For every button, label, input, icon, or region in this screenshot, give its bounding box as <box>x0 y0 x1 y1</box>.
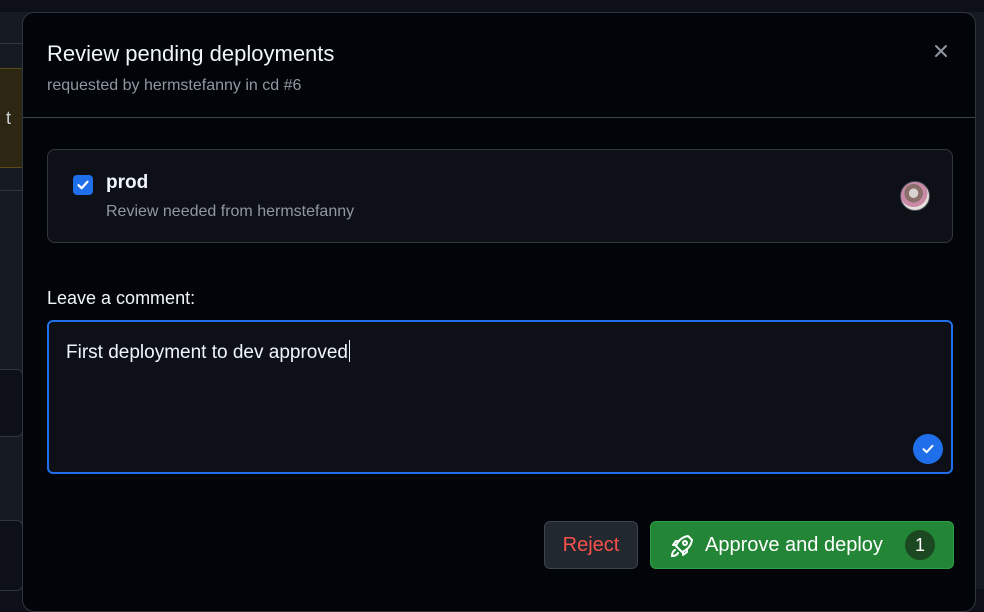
background-card <box>0 520 23 591</box>
comment-text: First deployment to dev approved <box>66 342 348 363</box>
environment-name: prod <box>106 172 149 193</box>
review-deployments-dialog: Review pending deployments requested by … <box>22 12 976 612</box>
dialog-header: Review pending deployments requested by … <box>23 13 975 118</box>
text-cursor <box>349 340 350 362</box>
comment-textarea[interactable]: First deployment to dev approved <box>47 320 953 474</box>
environment-checkbox[interactable] <box>73 175 93 195</box>
background-header-strip <box>0 0 984 12</box>
dialog-title: Review pending deployments <box>47 41 335 66</box>
background-warning-text: t <box>6 108 12 128</box>
background-card <box>0 369 23 437</box>
checkmark-icon <box>77 180 89 190</box>
environment-option[interactable]: prod Review needed from hermstefanny <box>47 149 953 243</box>
approve-and-deploy-button[interactable]: Approve and deploy 1 <box>650 521 954 569</box>
check-circle-icon <box>913 434 943 464</box>
approve-count-badge: 1 <box>905 530 935 560</box>
rocket-icon <box>669 533 695 562</box>
reject-button[interactable]: Reject <box>544 521 638 569</box>
dialog-subtitle: requested by hermstefanny in cd #6 <box>47 77 302 94</box>
close-button[interactable] <box>929 39 953 63</box>
close-icon <box>935 45 947 57</box>
approve-button-label: Approve and deploy <box>705 534 883 556</box>
environment-review-text: Review needed from hermstefanny <box>106 203 355 220</box>
reviewer-avatar <box>900 181 930 211</box>
comment-label: Leave a comment: <box>47 288 196 308</box>
comment-input-value: First deployment to dev approved <box>66 340 350 364</box>
